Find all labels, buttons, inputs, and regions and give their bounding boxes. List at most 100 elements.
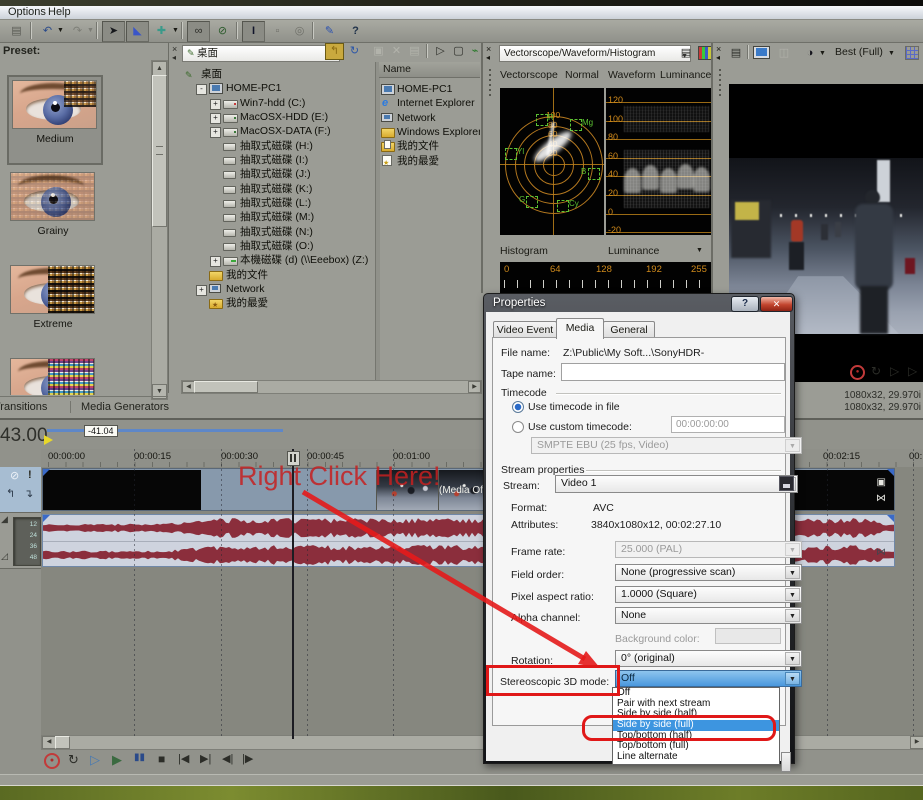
stop-button[interactable]: ■: [158, 752, 165, 766]
stream-dropdown[interactable]: Video 1▼: [555, 475, 798, 493]
whats-this-help-button[interactable]: ?: [344, 21, 367, 42]
arm-icon[interactable]: ◢: [1, 514, 8, 525]
cancel-button-sliver[interactable]: [781, 752, 791, 772]
menu-help[interactable]: Help: [48, 6, 71, 18]
corner-handle-icon[interactable]: [43, 515, 50, 522]
delete-button[interactable]: ✕: [387, 43, 406, 60]
collapse-icon[interactable]: -: [196, 84, 207, 95]
alpha-channel-dropdown[interactable]: None▼: [615, 607, 802, 624]
auto-ripple-button[interactable]: ∞: [187, 21, 210, 42]
loop-playback-button[interactable]: ↻: [68, 752, 79, 768]
radio-timecode-file-label[interactable]: Use timecode in file: [528, 401, 620, 413]
pan-crop-icon[interactable]: ▣: [877, 477, 886, 488]
panel-pin-icon[interactable]: ◂: [172, 53, 176, 62]
scroll-left-button[interactable]: ◀: [42, 736, 56, 749]
redo-caret-icon[interactable]: ▼: [87, 27, 94, 34]
chevron-down-icon[interactable]: ▼: [696, 247, 703, 254]
new-folder-button[interactable]: ▣: [369, 43, 388, 60]
ibeam-tool-button[interactable]: I: [242, 21, 265, 42]
address-dropdown[interactable]: ✎ 桌面▼: [182, 45, 340, 62]
audio-fx-icon[interactable]: ⋈: [876, 547, 886, 558]
preview-loop-button[interactable]: ↻: [871, 364, 881, 378]
scroll-right-button[interactable]: ▶: [468, 381, 481, 393]
tab-media[interactable]: Media: [556, 318, 604, 339]
copy-snapshot-button[interactable]: ▤: [677, 44, 695, 62]
timeline-rate-display[interactable]: 43.00: [0, 425, 48, 447]
radio-custom-timecode-label[interactable]: Use custom timecode:: [528, 421, 632, 433]
waveform-mode[interactable]: Luminance: [660, 69, 711, 81]
level-icon[interactable]: ↰: [6, 487, 15, 500]
envelope-edit-tool-button[interactable]: ◣: [126, 21, 149, 42]
normal-edit-tool-button[interactable]: ➤: [102, 21, 125, 42]
stereoscopic-3d-dropdown[interactable]: Off▼: [615, 670, 802, 687]
expand-icon[interactable]: +: [196, 285, 207, 296]
grid-overlay-button[interactable]: [905, 46, 919, 60]
record-button[interactable]: ●: [44, 753, 60, 769]
preset-item-extreme[interactable]: Extreme: [9, 262, 97, 346]
slip-tool-button[interactable]: ▫: [266, 21, 289, 42]
lock-envelopes-button[interactable]: ⊘: [211, 21, 234, 42]
up-one-level-button[interactable]: ↰: [325, 43, 344, 60]
selection-edit-tool-button[interactable]: ✚: [150, 21, 173, 42]
radio-timecode-file[interactable]: [512, 401, 524, 413]
panel-pin-icon[interactable]: ◂: [716, 53, 720, 62]
play-button[interactable]: ▶: [112, 752, 122, 768]
copy-snapshot-button[interactable]: ▤: [727, 44, 745, 62]
folder-view-button[interactable]: ▤: [405, 43, 424, 60]
corner-handle-icon[interactable]: [887, 515, 894, 522]
prev-frame-button[interactable]: ◀|: [222, 752, 233, 765]
scope-type-dropdown[interactable]: Vectorscope/Waveform/Histogram▼: [499, 45, 691, 62]
corner-handle-icon[interactable]: [43, 469, 50, 476]
scroll-right-button[interactable]: ▶: [910, 736, 923, 749]
go-to-start-button[interactable]: |◀: [178, 752, 189, 765]
histogram-mode[interactable]: Luminance: [608, 245, 659, 257]
field-order-dropdown[interactable]: None (progressive scan)▼: [615, 564, 802, 581]
pixel-aspect-dropdown[interactable]: 1.0000 (Square)▼: [615, 586, 802, 603]
play-from-start-button[interactable]: ▷: [90, 752, 100, 768]
scroll-up-button[interactable]: ▲: [152, 61, 167, 76]
preview-play-button[interactable]: ▷: [908, 364, 917, 378]
list-header-name[interactable]: Name: [379, 62, 480, 78]
chevron-down-icon[interactable]: ▼: [819, 50, 826, 57]
preset-item-grainy[interactable]: Grainy: [9, 169, 97, 253]
redo-button[interactable]: ↷: [66, 21, 89, 42]
refresh-button[interactable]: ↻: [345, 43, 364, 60]
paint-brush-button[interactable]: ✎: [318, 21, 341, 42]
solo-icon[interactable]: !: [28, 469, 32, 481]
radio-custom-timecode[interactable]: [512, 421, 524, 433]
preset-item-partial[interactable]: [9, 355, 97, 395]
undo-button[interactable]: ↶: [36, 21, 59, 42]
loop-region-bar[interactable]: [47, 429, 283, 432]
option-line-alternate[interactable]: Line alternate: [613, 752, 779, 763]
expand-icon[interactable]: +: [210, 113, 221, 124]
vectorscope-mode[interactable]: Normal: [565, 69, 599, 81]
loop-start-marker[interactable]: [44, 435, 53, 445]
expand-icon[interactable]: +: [210, 99, 221, 110]
split-screen-button[interactable]: ◫: [775, 44, 793, 62]
rotation-dropdown[interactable]: 0° (original)▼: [615, 650, 802, 667]
corner-handle-icon[interactable]: [887, 469, 894, 476]
panel-pin-icon[interactable]: ◂: [486, 53, 490, 62]
undo-caret-icon[interactable]: ▼: [57, 27, 64, 34]
tape-name-input[interactable]: [561, 363, 785, 381]
paste-button[interactable]: ▤: [5, 21, 28, 42]
expand-icon[interactable]: +: [210, 256, 221, 267]
scope-settings-icon[interactable]: [698, 46, 712, 60]
tab-transitions[interactable]: Transitions: [0, 401, 47, 413]
next-frame-button[interactable]: |▶: [242, 752, 253, 765]
audio-track-header[interactable]: ◢ 12 24 36 48 ◿: [0, 513, 41, 569]
playhead-line[interactable]: [292, 449, 294, 739]
fade-icon[interactable]: ◿: [1, 551, 8, 562]
marquee-zoom-button[interactable]: ◎: [288, 21, 311, 42]
preview-quality-label[interactable]: Best (Full): [835, 46, 883, 58]
save-stream-button[interactable]: [779, 476, 794, 491]
event-fx-icon[interactable]: ⋈: [876, 493, 886, 504]
mute-icon[interactable]: ⊘: [10, 469, 19, 482]
menu-options[interactable]: Options: [8, 6, 46, 18]
explorer-hscrollbar[interactable]: ◀ ▶: [181, 380, 482, 394]
preview-record-button[interactable]: ●: [850, 365, 865, 380]
preset-scrollbar[interactable]: ▲ ▼: [151, 60, 168, 400]
scrollbar-thumb[interactable]: [152, 75, 167, 227]
expand-icon[interactable]: +: [210, 127, 221, 138]
stop-preview-button[interactable]: ▢: [449, 43, 468, 60]
